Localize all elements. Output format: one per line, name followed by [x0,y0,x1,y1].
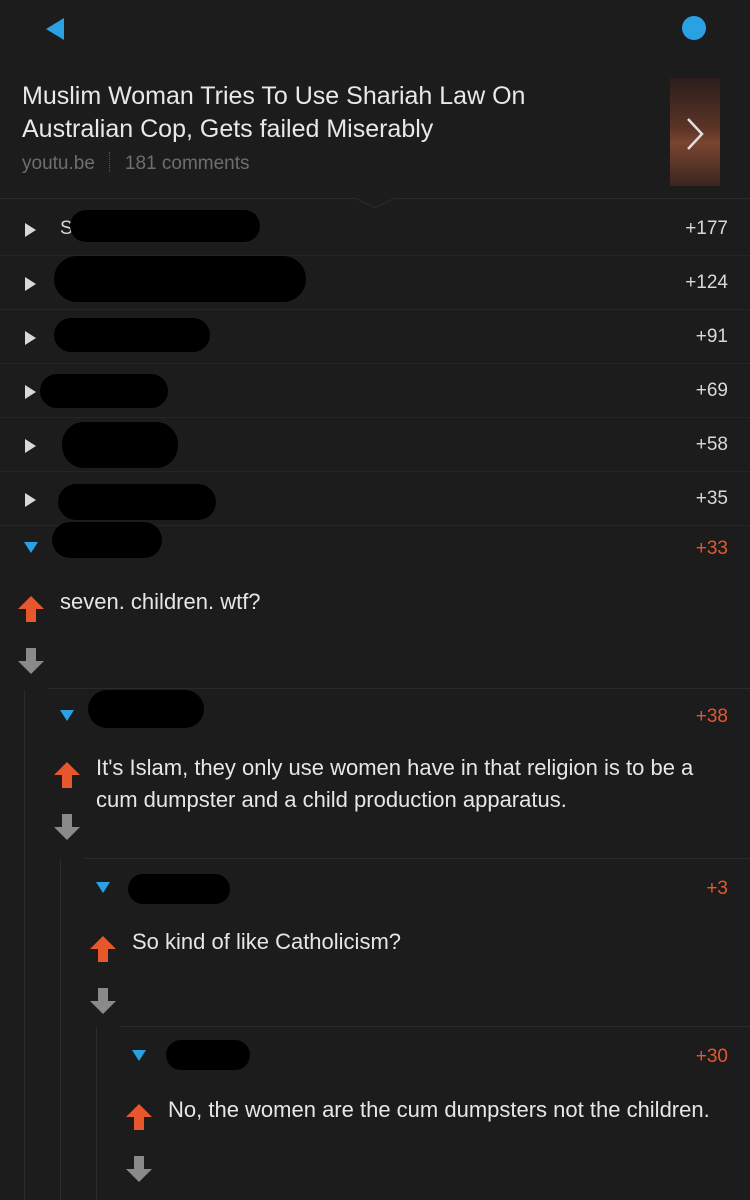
comment-count[interactable]: 181 comments [125,153,250,174]
expand-triangle-icon [25,331,36,345]
downvote-arrow-icon[interactable] [16,646,46,676]
collapsed-comment-row[interactable]: +35 [0,472,750,526]
menu-dot-icon[interactable] [682,16,706,40]
upvote-arrow-icon[interactable] [124,1102,154,1132]
chevron-right-icon [670,116,720,160]
upvote-arrow-icon[interactable] [52,760,82,790]
collapse-triangle-icon[interactable] [96,882,110,893]
redacted-username [58,484,216,520]
collapsed-comment-row[interactable]: +124 [0,256,750,310]
comment-score: +124 [685,272,728,293]
expand-triangle-icon [25,439,36,453]
upvote-arrow-icon[interactable] [16,594,46,624]
collapsed-comment-row[interactable]: +69 [0,364,750,418]
post-domain[interactable]: youtu.be [22,153,95,174]
post-thumbnail[interactable] [670,78,720,186]
thread-indent-line [24,690,25,1200]
comment-score: +177 [685,218,728,239]
redacted-username [54,256,306,302]
top-bar [0,0,750,60]
redacted-username [54,318,210,352]
expand-triangle-icon [25,493,36,507]
redacted-username [62,422,178,468]
comment-text: So kind of like Catholicism? [132,929,402,954]
redacted-username [52,522,162,558]
post-meta: youtu.be 181 comments [22,152,250,175]
downvote-arrow-icon[interactable] [52,812,82,842]
redacted-username [128,874,230,904]
collapse-triangle-icon[interactable] [60,710,74,721]
comment-score: +35 [695,488,728,509]
collapsed-comment-row[interactable]: +91 [0,310,750,364]
upvote-arrow-icon[interactable] [88,934,118,964]
comment-score: +3 [706,878,728,899]
comment-score: +33 [695,538,728,559]
redacted-username [166,1040,250,1070]
comment-text: No, the women are the cum dumpsters not … [168,1097,710,1122]
post-title[interactable]: Muslim Woman Tries To Use Shariah Law On… [22,80,622,146]
expand-triangle-icon [25,385,36,399]
comment-score: +38 [695,706,728,727]
comment-score: +69 [695,380,728,401]
redacted-username [40,374,168,408]
comment-text: It's Islam, they only use women have in … [96,755,694,812]
back-button[interactable] [40,14,70,44]
thread-indent-line [60,860,61,1200]
meta-divider [108,152,111,172]
thread-indent-line [96,1028,97,1200]
comment-score: +30 [695,1046,728,1067]
collapse-triangle-icon[interactable] [132,1050,146,1061]
comment-divider [84,858,750,859]
expand-triangle-icon [25,277,36,291]
comment-score: +91 [695,326,728,347]
redacted-username [70,210,260,242]
comment-divider [48,688,750,689]
comment-text: seven. children. wtf? [60,589,261,614]
redacted-username [88,690,204,728]
collapsed-comment-row[interactable]: S +177 [0,202,750,256]
comment-divider [120,1026,750,1027]
post-header: Muslim Woman Tries To Use Shariah Law On… [0,60,750,198]
downvote-arrow-icon[interactable] [124,1154,154,1184]
expand-triangle-icon [25,223,36,237]
collapsed-comment-row[interactable]: +58 [0,418,750,472]
downvote-arrow-icon[interactable] [88,986,118,1016]
collapse-triangle-icon[interactable] [24,542,38,553]
comment-score: +58 [695,434,728,455]
back-arrow-icon [46,18,64,40]
